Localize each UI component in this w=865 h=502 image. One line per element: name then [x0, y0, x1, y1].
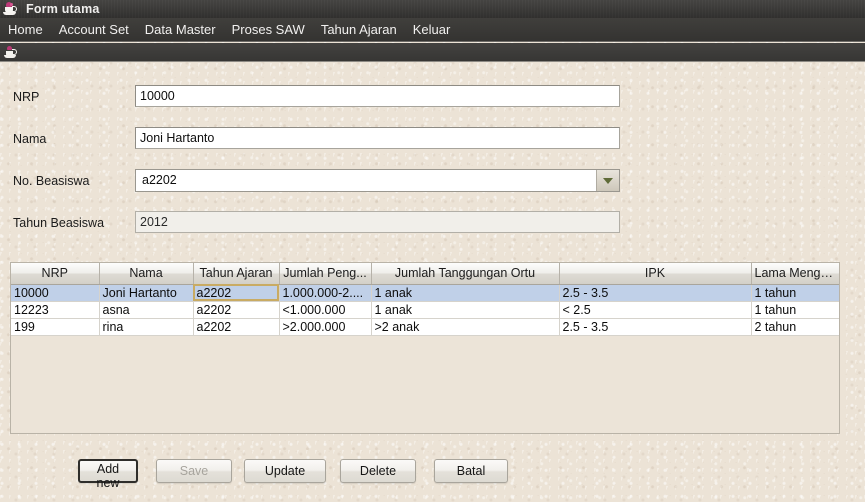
table-cell[interactable]: 12223	[11, 301, 100, 319]
label-nrp: NRP	[13, 90, 40, 104]
table-cell[interactable]: a2202	[193, 301, 280, 319]
data-table[interactable]: NRP Nama Tahun Ajaran Jumlah Peng... Jumlah …	[10, 262, 840, 434]
table-cell[interactable]: >2 anak	[371, 318, 560, 336]
delete-button[interactable]: Delete	[340, 459, 416, 483]
menu-data-master[interactable]: Data Master	[137, 20, 224, 39]
table-cell[interactable]: a2202	[193, 284, 280, 302]
table-cell[interactable]: asna	[99, 301, 194, 319]
column-header-5[interactable]: IPK	[559, 263, 752, 285]
table-cell[interactable]: 199	[11, 318, 100, 336]
java-duke-icon	[2, 1, 18, 17]
column-header-0[interactable]: NRP	[11, 263, 100, 285]
label-nama: Nama	[13, 132, 47, 146]
table-cell[interactable]: <1.000.000	[279, 301, 372, 319]
add-new-button[interactable]: Add new	[78, 459, 138, 490]
column-header-6[interactable]: Lama Menga...	[751, 263, 839, 285]
column-header-2[interactable]: Tahun Ajaran	[193, 263, 280, 285]
application-window: Form utama Home Account Set Data Master …	[0, 0, 865, 502]
window-title: Form utama	[26, 2, 100, 16]
menu-tahun-ajaran[interactable]: Tahun Ajaran	[313, 20, 405, 39]
table-cell[interactable]: < 2.5	[559, 301, 752, 319]
table-cell[interactable]: 2 tahun	[751, 318, 839, 336]
table-cell[interactable]: >2.000.000	[279, 318, 372, 336]
column-header-1[interactable]: Nama	[99, 263, 194, 285]
table-row[interactable]: 10000 Joni Hartanto a2202 1.000.000-2.... 1 …	[11, 284, 839, 302]
table-header-row: NRP Nama Tahun Ajaran Jumlah Peng... Jumlah …	[11, 263, 839, 285]
tool-bar	[0, 43, 865, 62]
nrp-input[interactable]	[135, 85, 620, 107]
menu-home[interactable]: Home	[0, 20, 51, 39]
chevron-down-icon[interactable]	[596, 170, 619, 191]
tahun-beasiswa-input[interactable]	[135, 211, 620, 233]
menu-keluar[interactable]: Keluar	[405, 20, 459, 39]
table-cell[interactable]: 1 tahun	[751, 284, 839, 302]
no-beasiswa-value: a2202	[136, 170, 596, 191]
java-cup-icon[interactable]	[3, 45, 18, 60]
label-tahun-beasiswa: Tahun Beasiswa	[13, 216, 105, 230]
table-row[interactable]: 199 rina a2202 >2.000.000 >2 anak 2.5 - 3.5 2 …	[11, 318, 839, 336]
nama-input[interactable]	[135, 127, 620, 149]
column-header-3[interactable]: Jumlah Peng...	[279, 263, 372, 285]
menu-proses-saw[interactable]: Proses SAW	[224, 20, 313, 39]
table-cell[interactable]: 1.000.000-2....	[279, 284, 372, 302]
column-header-4[interactable]: Jumlah Tanggungan Ortu	[371, 263, 560, 285]
table-cell[interactable]: 1 anak	[371, 301, 560, 319]
table-cell[interactable]: Joni Hartanto	[99, 284, 194, 302]
title-bar: Form utama	[0, 0, 865, 18]
table-cell[interactable]: 1 tahun	[751, 301, 839, 319]
table-cell[interactable]: 1 anak	[371, 284, 560, 302]
menu-bar: Home Account Set Data Master Proses SAW …	[0, 18, 865, 42]
table-cell[interactable]: 2.5 - 3.5	[559, 318, 752, 336]
label-no-beasiswa: No. Beasiswa	[13, 174, 90, 188]
menu-account-set[interactable]: Account Set	[51, 20, 137, 39]
save-button[interactable]: Save	[156, 459, 232, 483]
cancel-button[interactable]: Batal	[434, 459, 508, 483]
table-cell[interactable]: 10000	[11, 284, 100, 302]
update-button[interactable]: Update	[244, 459, 326, 483]
table-row[interactable]: 12223 asna a2202 <1.000.000 1 anak < 2.5 1 tah…	[11, 301, 839, 319]
table-cell[interactable]: rina	[99, 318, 194, 336]
no-beasiswa-combobox[interactable]: a2202	[135, 169, 620, 192]
table-cell[interactable]: 2.5 - 3.5	[559, 284, 752, 302]
table-cell[interactable]: a2202	[193, 318, 280, 336]
